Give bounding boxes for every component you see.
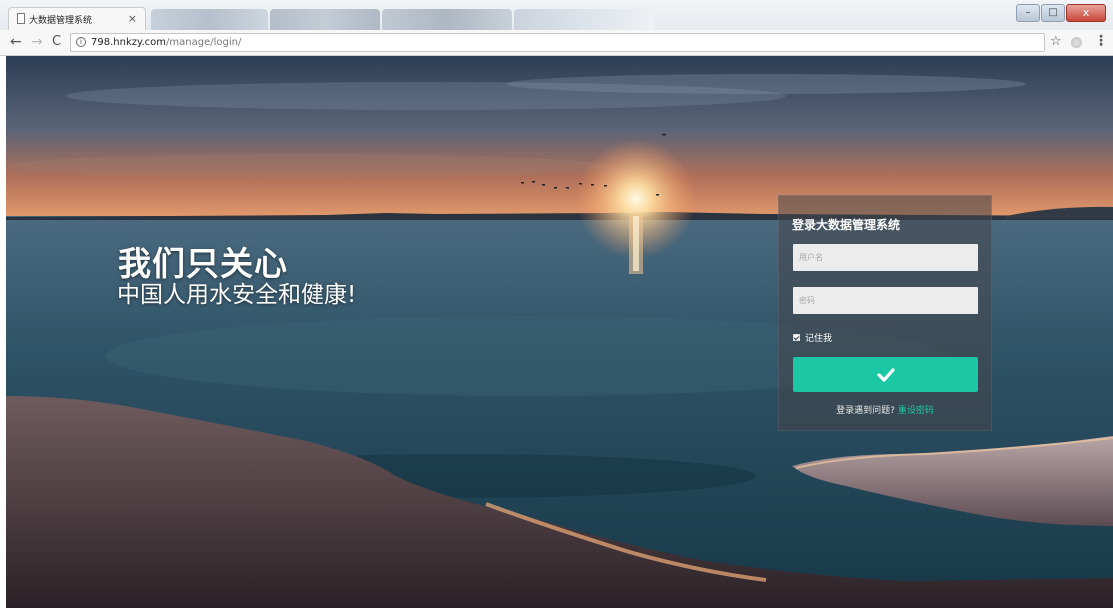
tab-active[interactable]: 大数据管理系统 ×: [8, 7, 146, 30]
login-title: 登录大数据管理系统: [792, 218, 901, 232]
extension-icon[interactable]: [1071, 37, 1082, 48]
remember-me-checkbox[interactable]: 记住我: [793, 331, 832, 344]
document-icon: [17, 13, 25, 24]
tab-title: 大数据管理系统: [29, 15, 93, 26]
checkmark-icon: [876, 367, 895, 382]
login-help-text: 登录遇到问题?: [836, 406, 895, 416]
checkbox-icon[interactable]: [793, 334, 800, 341]
login-panel: 登录大数据管理系统 记住我 登录遇到问题? 重设密码: [778, 195, 992, 431]
address-bar: ← → C i 798.hnkzy.com/manage/login/ ☆ ⋮: [0, 30, 1113, 56]
username-input[interactable]: [793, 244, 978, 271]
url-path: /manage/login/: [166, 37, 242, 48]
tab-blurred[interactable]: [382, 9, 512, 30]
hero-subtitle: 中国人用水安全和健康!: [117, 282, 357, 308]
tab-close-icon[interactable]: ×: [128, 12, 137, 25]
url-input[interactable]: i 798.hnkzy.com/manage/login/: [70, 33, 1045, 52]
forward-arrow-icon[interactable]: →: [31, 33, 43, 51]
maximize-icon: □: [1048, 7, 1058, 18]
login-help: 登录遇到问题? 重设密码: [779, 403, 991, 416]
bookmark-star-icon[interactable]: ☆: [1050, 34, 1062, 49]
menu-dots-icon[interactable]: ⋮: [1094, 33, 1108, 49]
browser-tab-bar: 大数据管理系统 × – □ x: [0, 0, 1113, 30]
reload-icon[interactable]: C: [52, 33, 61, 51]
info-icon[interactable]: i: [76, 37, 86, 47]
window-minimize-button[interactable]: –: [1016, 4, 1040, 22]
minimize-icon: –: [1025, 7, 1031, 18]
back-arrow-icon[interactable]: ←: [10, 33, 22, 51]
remember-me-label: 记住我: [805, 334, 833, 344]
login-submit-button[interactable]: [793, 357, 978, 392]
window-maximize-button[interactable]: □: [1041, 4, 1065, 22]
tab-blurred[interactable]: [514, 9, 654, 30]
tab-blurred[interactable]: [270, 9, 380, 30]
tab-blurred[interactable]: [151, 9, 268, 30]
url-host: 798.hnkzy.com: [91, 37, 167, 48]
page-viewport: 我们只关心 中国人用水安全和健康! 登录大数据管理系统 记住我 登录遇到问题? …: [6, 56, 1113, 608]
window-close-button[interactable]: x: [1066, 4, 1106, 22]
password-input[interactable]: [793, 287, 978, 314]
reset-password-link[interactable]: 重设密码: [898, 406, 934, 416]
